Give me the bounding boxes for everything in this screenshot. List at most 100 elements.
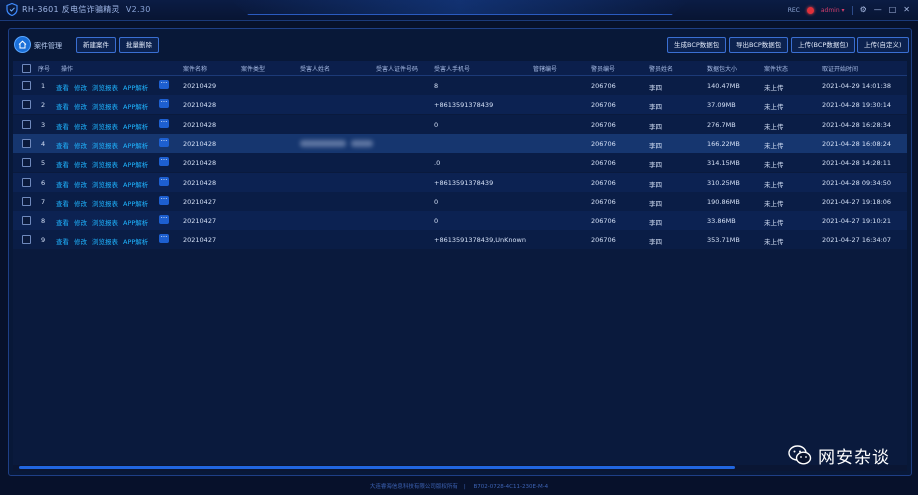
- app-parse-link[interactable]: APP解析: [123, 219, 148, 227]
- header-cell: 受害人手机号: [434, 66, 471, 73]
- browse-report-link[interactable]: 浏览报表: [92, 84, 118, 92]
- export-bcp-button[interactable]: 导出BCP数据包: [729, 37, 789, 53]
- app-parse-link[interactable]: APP解析: [123, 84, 148, 92]
- app-title: RH-3601 反电信诈骗精灵 V2.30: [22, 4, 151, 15]
- table-row[interactable]: 查看 修改 浏览报表 APP解析 ··· 4 20210428 206706 李四 166.22M…: [13, 133, 907, 153]
- view-link[interactable]: 查看: [56, 200, 69, 208]
- horizontal-scrollbar[interactable]: [13, 465, 907, 471]
- view-link[interactable]: 查看: [56, 84, 69, 92]
- more-options-button[interactable]: ···: [159, 118, 169, 128]
- minimize-icon[interactable]: —: [874, 5, 882, 15]
- app-parse-link[interactable]: APP解析: [123, 161, 148, 169]
- browse-report-link[interactable]: 浏览报表: [92, 181, 118, 189]
- view-link[interactable]: 查看: [56, 123, 69, 131]
- cell-officer: 李四: [649, 84, 662, 92]
- browse-report-link[interactable]: 浏览报表: [92, 161, 118, 169]
- row-checkbox[interactable]: [22, 119, 31, 129]
- row-actions: 查看 修改 浏览报表 APP解析: [56, 140, 153, 150]
- close-icon[interactable]: ✕: [903, 5, 910, 15]
- header-cell: 操作: [61, 66, 74, 73]
- browse-report-link[interactable]: 浏览报表: [92, 142, 118, 150]
- browse-report-link[interactable]: 浏览报表: [92, 219, 118, 227]
- view-link[interactable]: 查看: [56, 103, 69, 111]
- view-link[interactable]: 查看: [56, 142, 69, 150]
- more-options-button[interactable]: ···: [159, 80, 169, 89]
- cell-no: 3: [41, 120, 46, 129]
- browse-report-link[interactable]: 浏览报表: [92, 238, 118, 246]
- more-options-button[interactable]: ···: [159, 157, 169, 167]
- home-button[interactable]: [14, 36, 31, 53]
- view-link[interactable]: 查看: [56, 181, 69, 189]
- cell-time: 2021-04-29 14:01:38: [822, 82, 892, 90]
- cell-no: 4: [41, 139, 46, 148]
- app-parse-link[interactable]: APP解析: [123, 181, 148, 189]
- more-options-button[interactable]: ···: [159, 99, 169, 109]
- row-checkbox[interactable]: [22, 177, 31, 187]
- edit-link[interactable]: 修改: [74, 142, 87, 150]
- row-checkbox[interactable]: [22, 158, 31, 168]
- more-options-button[interactable]: ···: [159, 215, 169, 225]
- app-parse-link[interactable]: APP解析: [123, 142, 148, 150]
- cell-name: 20210427: [183, 197, 217, 206]
- edit-link[interactable]: 修改: [74, 181, 87, 189]
- select-all-checkbox[interactable]: [22, 64, 31, 73]
- more-options-button[interactable]: ···: [159, 234, 169, 244]
- rec-indicator-icon[interactable]: [806, 6, 814, 14]
- cell-size: 276.7MB: [707, 120, 736, 129]
- app-version: V2.30: [125, 5, 151, 14]
- edit-link[interactable]: 修改: [74, 103, 87, 111]
- row-checkbox[interactable]: [22, 216, 31, 226]
- row-checkbox[interactable]: [22, 235, 31, 245]
- edit-link[interactable]: 修改: [74, 161, 87, 169]
- cell-officer-no: 206706: [591, 120, 616, 129]
- cell-officer-no: 206706: [591, 101, 616, 110]
- batch-delete-button[interactable]: 批量删除: [119, 37, 159, 53]
- table-row[interactable]: 查看 修改 浏览报表 APP解析 ··· 7 20210427 0 206706 李四 190.86…: [13, 191, 907, 211]
- table-header: 序号 操作 案件名称 案件类型 受害人姓名 受害人证件号码 受害人手机号 管辖编…: [13, 61, 907, 76]
- toolbar: 案件管理 新建案件 批量删除 生成BCP数据包 导出BCP数据包 上传(BCP数…: [9, 29, 911, 61]
- table-row[interactable]: 查看 修改 浏览报表 APP解析 ··· 1 20210429 8 206706 李四 140.47…: [13, 76, 907, 95]
- generate-bcp-button[interactable]: 生成BCP数据包: [667, 37, 727, 53]
- app-parse-link[interactable]: APP解析: [123, 200, 148, 208]
- table-row[interactable]: 查看 修改 浏览报表 APP解析 ··· 8 20210427 0 206706 李四 33.86M…: [13, 211, 907, 231]
- edit-link[interactable]: 修改: [74, 84, 87, 92]
- view-link[interactable]: 查看: [56, 219, 69, 227]
- table-row[interactable]: 查看 修改 浏览报表 APP解析 ··· 6 20210428 +8613591378439 2…: [13, 172, 907, 192]
- app-parse-link[interactable]: APP解析: [123, 103, 148, 111]
- upload-bcp-button[interactable]: 上传(BCP数据包): [791, 37, 856, 53]
- settings-icon[interactable]: ⚙: [860, 5, 867, 15]
- row-checkbox[interactable]: [22, 196, 31, 206]
- table-row[interactable]: 查看 修改 浏览报表 APP解析 ··· 2 20210428 +8613591378439 2…: [13, 95, 907, 115]
- app-parse-link[interactable]: APP解析: [123, 123, 148, 131]
- table-row[interactable]: 查看 修改 浏览报表 APP解析 ··· 9 20210427 +8613591378439,…: [13, 230, 907, 250]
- more-options-button[interactable]: ···: [159, 176, 169, 186]
- table-row[interactable]: 查看 修改 浏览报表 APP解析 ··· 3 20210428 0 206706 李四 276.7M…: [13, 114, 907, 134]
- edit-link[interactable]: 修改: [74, 200, 87, 208]
- new-case-button[interactable]: 新建案件: [76, 37, 116, 53]
- edit-link[interactable]: 修改: [74, 219, 87, 227]
- browse-report-link[interactable]: 浏览报表: [92, 123, 118, 131]
- browse-report-link[interactable]: 浏览报表: [92, 200, 118, 208]
- edit-link[interactable]: 修改: [74, 123, 87, 131]
- user-menu[interactable]: admin ▾: [821, 7, 845, 14]
- cell-name: 20210427: [183, 217, 217, 226]
- upload-custom-button[interactable]: 上传(自定义): [857, 37, 909, 53]
- license-code: B702-0728-4C11-230E-M-4: [473, 484, 549, 490]
- header-cell: 管辖编号: [533, 66, 558, 73]
- row-checkbox[interactable]: [22, 100, 31, 110]
- view-link[interactable]: 查看: [56, 238, 69, 246]
- table-row[interactable]: 查看 修改 浏览报表 APP解析 ··· 5 20210428 .0 206706 李四 314.1…: [13, 153, 907, 173]
- row-checkbox[interactable]: [22, 81, 31, 90]
- maximize-icon[interactable]: □: [889, 5, 897, 15]
- edit-link[interactable]: 修改: [74, 238, 87, 246]
- cell-size: 310.25MB: [707, 178, 740, 187]
- more-options-button[interactable]: ···: [159, 195, 169, 205]
- app-parse-link[interactable]: APP解析: [123, 238, 148, 246]
- more-options-button[interactable]: ···: [159, 137, 169, 147]
- title-right-controls: REC admin ▾ ⚙ — □ ✕: [788, 3, 910, 17]
- row-checkbox[interactable]: [22, 138, 31, 148]
- view-link[interactable]: 查看: [56, 161, 69, 169]
- scrollbar-thumb[interactable]: [19, 466, 735, 469]
- browse-report-link[interactable]: 浏览报表: [92, 103, 118, 111]
- cell-phone: 0: [434, 120, 439, 129]
